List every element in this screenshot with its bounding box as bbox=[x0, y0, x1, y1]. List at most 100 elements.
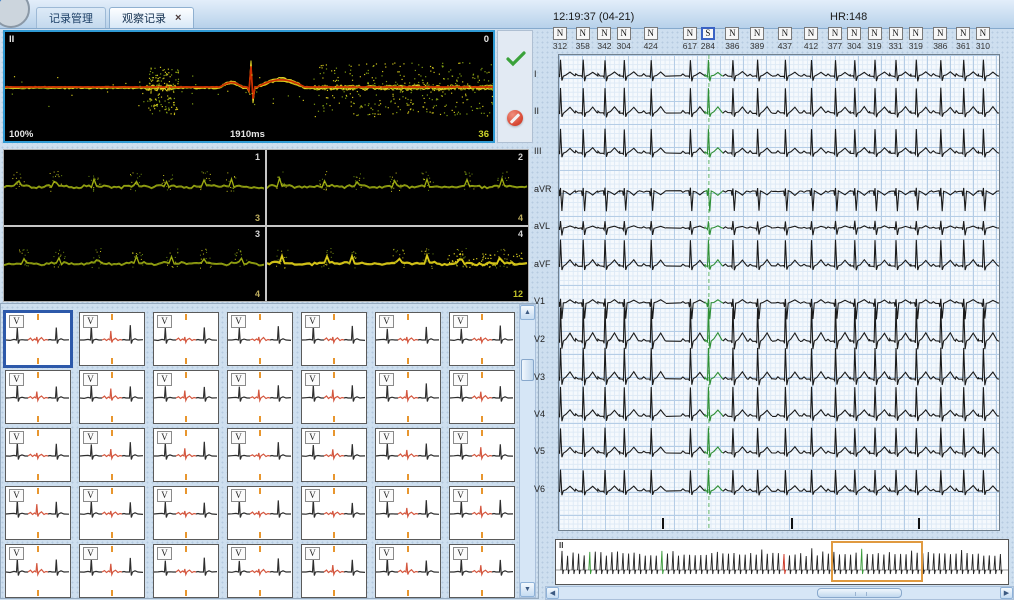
template-cell[interactable]: V bbox=[227, 370, 293, 424]
template-cell[interactable]: V bbox=[5, 428, 71, 482]
template-cell[interactable]: V bbox=[449, 312, 515, 366]
template-cell[interactable]: V bbox=[301, 312, 367, 366]
beat-label-box[interactable]: N bbox=[576, 27, 590, 40]
beat-label-box[interactable]: S bbox=[701, 27, 715, 40]
beat-label-box[interactable]: N bbox=[683, 27, 697, 40]
beat-label-box[interactable]: N bbox=[750, 27, 764, 40]
template-cell[interactable]: V bbox=[79, 312, 145, 366]
beat-label-box[interactable]: N bbox=[804, 27, 818, 40]
beat-marker-tick bbox=[259, 590, 261, 596]
template-cell[interactable]: V bbox=[153, 486, 219, 540]
lead-label: II bbox=[534, 106, 556, 116]
overlay-right-marker: 0 bbox=[484, 34, 489, 45]
beat-marker-tick bbox=[481, 532, 483, 538]
channel-waveform bbox=[267, 227, 528, 301]
template-cell[interactable]: V bbox=[449, 428, 515, 482]
beat-label-box[interactable]: N bbox=[644, 27, 658, 40]
rhythm-selection-box[interactable] bbox=[831, 541, 923, 582]
template-cell[interactable]: V bbox=[79, 544, 145, 598]
template-cell[interactable]: V bbox=[375, 544, 441, 598]
template-cell[interactable]: V bbox=[227, 486, 293, 540]
beat-marker-tick bbox=[185, 590, 187, 596]
template-cell[interactable]: V bbox=[153, 312, 219, 366]
beat-marker-tick bbox=[333, 590, 335, 596]
beat-marker-tick bbox=[481, 430, 483, 436]
template-cell[interactable]: V bbox=[79, 486, 145, 540]
beat-overlay-panel[interactable]: II 0 100% 1910ms 36 bbox=[3, 30, 495, 143]
scroll-left-button[interactable]: ◀ bbox=[546, 587, 559, 599]
beat-label-box[interactable]: N bbox=[956, 27, 970, 40]
channel-panel-3[interactable]: 3 4 bbox=[4, 227, 265, 302]
rhythm-strip[interactable]: II bbox=[555, 539, 1009, 585]
beat-marker-tick bbox=[111, 430, 113, 436]
beat-marker-tick bbox=[407, 314, 409, 320]
template-cell[interactable]: V bbox=[153, 544, 219, 598]
template-cell[interactable]: V bbox=[5, 370, 71, 424]
beat-label-box[interactable]: N bbox=[868, 27, 882, 40]
beat-label-box[interactable]: N bbox=[778, 27, 792, 40]
beat-marker-tick bbox=[111, 532, 113, 538]
thumb-grip bbox=[855, 592, 867, 596]
template-cell[interactable]: V bbox=[5, 312, 71, 366]
beat-label-box[interactable]: N bbox=[889, 27, 903, 40]
beat-marker-tick bbox=[37, 474, 39, 480]
scrollbar-thumb[interactable] bbox=[817, 588, 902, 598]
template-cell[interactable]: V bbox=[227, 312, 293, 366]
template-cell[interactable]: V bbox=[375, 370, 441, 424]
template-cell[interactable]: V bbox=[153, 428, 219, 482]
check-icon[interactable] bbox=[506, 51, 526, 67]
template-cell[interactable]: V bbox=[449, 370, 515, 424]
channel-panel-1[interactable]: 1 3 bbox=[4, 150, 265, 225]
beat-marker-tick bbox=[37, 546, 39, 552]
template-cell[interactable]: V bbox=[301, 486, 367, 540]
beat-label-box[interactable]: N bbox=[617, 27, 631, 40]
template-cell[interactable]: V bbox=[375, 486, 441, 540]
template-cell[interactable]: V bbox=[227, 428, 293, 482]
template-cell[interactable]: V bbox=[153, 370, 219, 424]
scroll-down-button[interactable]: ▼ bbox=[520, 582, 535, 597]
template-class-chip: V bbox=[83, 373, 98, 386]
prohibit-icon[interactable] bbox=[507, 110, 523, 126]
beat-label-box[interactable]: N bbox=[909, 27, 923, 40]
beat-label-box[interactable]: N bbox=[597, 27, 611, 40]
tab-close-icon[interactable]: × bbox=[175, 12, 181, 24]
beat-label-box[interactable]: N bbox=[828, 27, 842, 40]
rr-interval-value: 386 bbox=[928, 41, 952, 51]
overlay-count-label: 36 bbox=[478, 129, 489, 140]
scroll-right-button[interactable]: ▶ bbox=[1000, 587, 1013, 599]
scroll-up-button[interactable]: ▲ bbox=[520, 305, 535, 320]
channel-panel-4[interactable]: 4 12 bbox=[267, 227, 528, 302]
scrollbar-thumb[interactable] bbox=[521, 359, 534, 381]
template-class-chip: V bbox=[9, 315, 24, 328]
time-scrollbar[interactable]: ◀ ▶ bbox=[545, 586, 1014, 600]
template-cell[interactable]: V bbox=[79, 428, 145, 482]
beat-marker-tick bbox=[481, 590, 483, 596]
template-class-chip: V bbox=[453, 489, 468, 502]
ecg-grid-paper[interactable] bbox=[558, 54, 1000, 531]
template-cell[interactable]: V bbox=[227, 544, 293, 598]
template-cell[interactable]: V bbox=[375, 312, 441, 366]
beat-label-box[interactable]: N bbox=[976, 27, 990, 40]
holter-analysis-window: 记录管理 观察记录 × II 0 100% 1910ms 36 1 3 bbox=[0, 0, 1014, 600]
rhythm-waveform bbox=[556, 540, 1008, 584]
template-grid: VVVVVVVVVVVVVVVVVVVVVVVVVVVVVVVVVVV bbox=[0, 303, 539, 599]
lead-label: V4 bbox=[534, 409, 556, 419]
lead-label: aVL bbox=[534, 221, 556, 231]
template-cell[interactable]: V bbox=[5, 544, 71, 598]
template-cell[interactable]: V bbox=[375, 428, 441, 482]
template-cell[interactable]: V bbox=[301, 428, 367, 482]
template-cell[interactable]: V bbox=[301, 544, 367, 598]
template-cell[interactable]: V bbox=[5, 486, 71, 540]
template-cell[interactable]: V bbox=[449, 544, 515, 598]
rr-interval-value: 389 bbox=[745, 41, 769, 51]
beat-label-box[interactable]: N bbox=[933, 27, 947, 40]
beat-label-box[interactable]: N bbox=[725, 27, 739, 40]
beat-label-box[interactable]: N bbox=[553, 27, 567, 40]
channel-panel-2[interactable]: 2 4 bbox=[267, 150, 528, 225]
template-cell[interactable]: V bbox=[79, 370, 145, 424]
beat-label-box[interactable]: N bbox=[847, 27, 861, 40]
template-cell[interactable]: V bbox=[449, 486, 515, 540]
tab-record-management[interactable]: 记录管理 bbox=[36, 7, 106, 28]
tab-observe-record[interactable]: 观察记录 × bbox=[109, 7, 194, 28]
template-cell[interactable]: V bbox=[301, 370, 367, 424]
